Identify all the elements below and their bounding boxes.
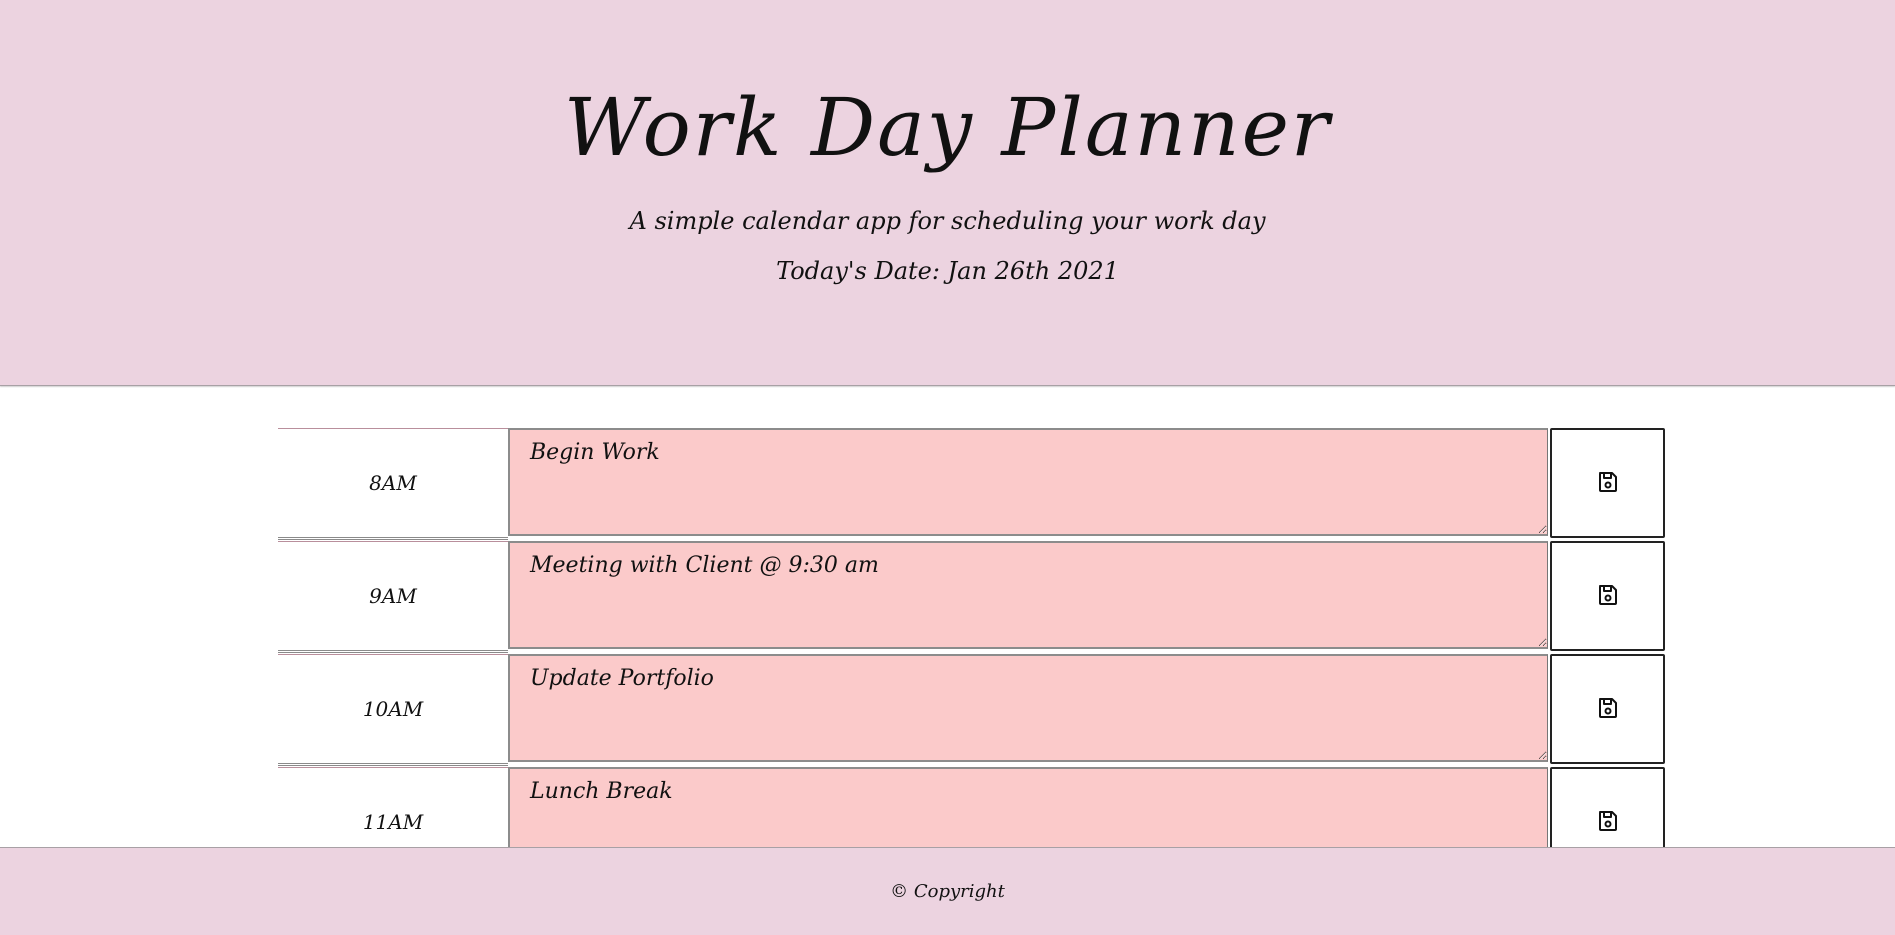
time-block: 10AM Update Portfolio	[278, 654, 1665, 766]
time-block: 8AM Begin Work	[278, 428, 1665, 540]
current-date: Today's Date: Jan 26th 2021	[776, 257, 1119, 285]
hour-label: 10AM	[278, 654, 508, 766]
save-button[interactable]	[1550, 654, 1665, 764]
floppy-disk-icon	[1596, 583, 1620, 610]
task-input[interactable]: Update Portfolio	[508, 654, 1548, 762]
page-title: Work Day Planner	[563, 81, 1332, 174]
hour-label: 8AM	[278, 428, 508, 540]
floppy-disk-icon	[1596, 696, 1620, 723]
copyright-text: © Copyright	[890, 881, 1005, 902]
save-button[interactable]	[1550, 428, 1665, 538]
save-button[interactable]	[1550, 541, 1665, 651]
task-input[interactable]: Begin Work	[508, 428, 1548, 536]
page: Work Day Planner A simple calendar app f…	[0, 0, 1895, 935]
header: Work Day Planner A simple calendar app f…	[0, 0, 1895, 386]
floppy-disk-icon	[1596, 470, 1620, 497]
task-input[interactable]: Meeting with Client @ 9:30 am	[508, 541, 1548, 649]
hour-label: 9AM	[278, 541, 508, 653]
schedule: 8AM Begin Work 9AM Meeting with Client @…	[278, 428, 1665, 880]
page-subtitle: A simple calendar app for scheduling you…	[629, 207, 1266, 235]
floppy-disk-icon	[1596, 809, 1620, 836]
time-block: 9AM Meeting with Client @ 9:30 am	[278, 541, 1665, 653]
footer: © Copyright	[0, 847, 1895, 935]
